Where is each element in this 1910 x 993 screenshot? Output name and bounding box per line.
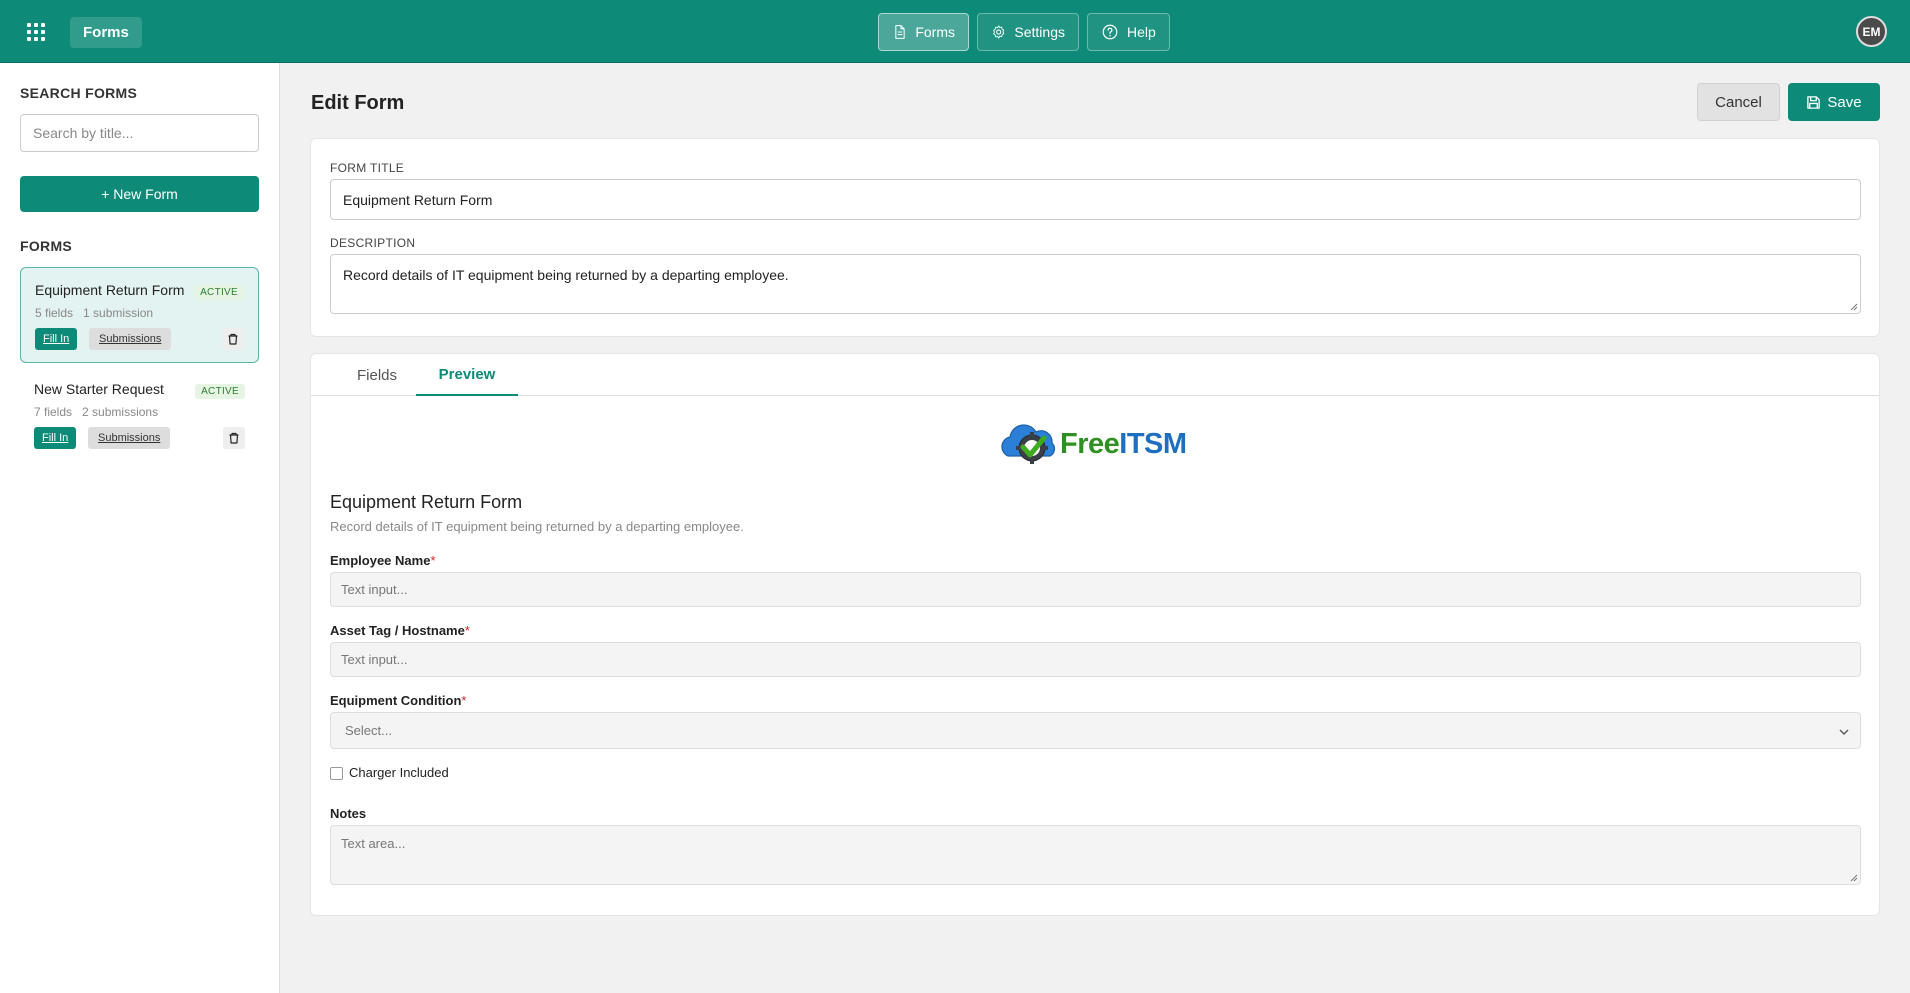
description-label: DESCRIPTION <box>330 236 416 250</box>
freeitsm-logo: FreeITSM <box>996 416 1196 472</box>
tab-fields[interactable]: Fields <box>331 354 423 396</box>
field-count: 5 fields <box>35 306 74 320</box>
preview-description: Record details of IT equipment being ret… <box>330 519 744 534</box>
forms-heading: FORMS <box>20 238 73 254</box>
required-marker: * <box>461 693 467 708</box>
nav-settings-label: Settings <box>1014 24 1065 40</box>
logo-text-itsm: ITSM <box>1119 427 1187 460</box>
tab-preview[interactable]: Preview <box>416 354 518 396</box>
form-item-meta: 7 fields 2 submissions <box>34 405 158 419</box>
description-text: Record details of IT equipment being ret… <box>343 267 789 283</box>
app-brand[interactable]: Forms <box>70 17 142 48</box>
page-title: Edit Form <box>311 92 405 114</box>
nav-forms-label: Forms <box>915 24 955 40</box>
asset-tag-label: Asset Tag / Hostname* <box>330 623 470 638</box>
sidebar: SEARCH FORMS + New Form FORMS Equipment … <box>0 63 280 993</box>
logo-text-free: Free <box>1060 427 1120 460</box>
document-icon <box>895 25 905 39</box>
resize-handle-icon[interactable] <box>1849 302 1858 311</box>
field-label-text: Equipment Condition <box>330 693 462 708</box>
charger-included-label: Charger Included <box>349 765 449 780</box>
status-badge: ACTIVE <box>195 384 245 399</box>
form-builder-card: Fields Preview FreeITSM Equipment Return… <box>310 353 1880 916</box>
employee-name-label: Employee Name* <box>330 553 436 568</box>
form-list-item[interactable]: Equipment Return Form ACTIVE 5 fields 1 … <box>20 267 259 363</box>
submission-count: 2 submissions <box>82 405 159 419</box>
resize-handle-icon[interactable] <box>1849 873 1858 882</box>
help-icon <box>1102 24 1118 40</box>
chevron-down-icon <box>1839 729 1849 735</box>
cloud-gear-check-icon <box>1001 424 1056 464</box>
submission-count: 1 submission <box>83 306 154 320</box>
fill-in-button[interactable]: Fill In <box>35 328 78 350</box>
save-button-label: Save <box>1827 93 1862 111</box>
tab-bar: Fields Preview <box>311 354 1879 396</box>
notes-textarea[interactable]: Text area... <box>330 825 1861 885</box>
field-label-text: Asset Tag / Hostname <box>330 623 465 638</box>
form-item-title: New Starter Request <box>34 381 164 397</box>
required-marker: * <box>430 553 436 568</box>
cancel-button[interactable]: Cancel <box>1697 83 1780 121</box>
form-item-meta: 5 fields 1 submission <box>35 306 153 320</box>
equipment-condition-label: Equipment Condition* <box>330 693 466 708</box>
top-bar: Forms Forms Settings Help EM <box>0 0 1910 63</box>
delete-button[interactable] <box>223 427 245 449</box>
charger-included-checkbox[interactable] <box>330 767 343 780</box>
save-icon <box>1807 95 1821 109</box>
field-label-text: Employee Name <box>330 553 431 568</box>
status-badge: ACTIVE <box>194 285 244 300</box>
textarea-placeholder: Text area... <box>341 836 406 851</box>
nav-help-label: Help <box>1127 24 1156 40</box>
form-details-card: FORM TITLE Equipment Return Form DESCRIP… <box>310 138 1880 337</box>
app-launcher-icon[interactable] <box>24 20 48 44</box>
nav-help-button[interactable]: Help <box>1087 13 1170 51</box>
new-form-button[interactable]: + New Form <box>20 176 259 212</box>
asset-tag-input[interactable]: Text input... <box>330 642 1861 677</box>
form-list-item[interactable]: New Starter Request ACTIVE 7 fields 2 su… <box>20 367 259 463</box>
select-placeholder: Select... <box>345 723 392 738</box>
search-input[interactable] <box>20 114 259 152</box>
trash-icon <box>229 432 239 444</box>
form-item-title: Equipment Return Form <box>35 282 185 298</box>
nav-forms-button[interactable]: Forms <box>878 13 969 51</box>
form-title-input[interactable]: Equipment Return Form <box>330 179 1861 220</box>
required-marker: * <box>464 623 470 638</box>
equipment-condition-select[interactable]: Select... <box>330 712 1861 749</box>
preview-title: Equipment Return Form <box>330 492 523 512</box>
fill-in-button[interactable]: Fill In <box>34 427 77 449</box>
trash-icon <box>228 333 238 345</box>
description-textarea[interactable]: Record details of IT equipment being ret… <box>330 254 1861 314</box>
field-count: 7 fields <box>34 405 73 419</box>
search-forms-heading: SEARCH FORMS <box>20 85 138 101</box>
save-button[interactable]: Save <box>1788 83 1880 121</box>
employee-name-input[interactable]: Text input... <box>330 572 1861 607</box>
notes-label: Notes <box>330 806 367 821</box>
nav-settings-button[interactable]: Settings <box>977 13 1079 51</box>
submissions-button[interactable]: Submissions <box>89 328 172 350</box>
delete-button[interactable] <box>222 328 244 350</box>
gear-icon <box>993 25 1005 39</box>
user-avatar[interactable]: EM <box>1856 16 1887 47</box>
form-title-label: FORM TITLE <box>330 161 405 175</box>
submissions-button[interactable]: Submissions <box>88 427 171 449</box>
